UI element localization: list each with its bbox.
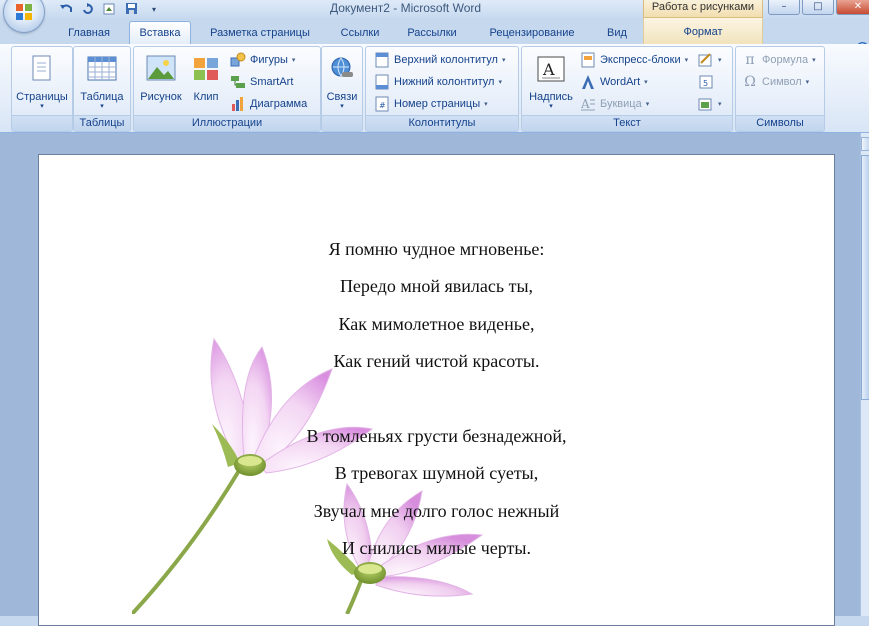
tab-mailings[interactable]: Рассылки: [396, 22, 468, 44]
group-label-pages: [12, 115, 72, 131]
group-label-links: [322, 115, 362, 131]
group-symbols: π Формула ▾ Ω Символ ▾ Символы: [735, 46, 825, 132]
textbox-icon: A: [535, 53, 567, 85]
redo-icon[interactable]: [80, 2, 96, 16]
poem-line: [39, 381, 834, 418]
tab-references[interactable]: Ссылки: [332, 22, 388, 44]
group-text: A Надпись ▾ Экспресс-блоки ▾ WordArt ▾ A Б…: [521, 46, 733, 132]
picture-button[interactable]: Рисунок: [136, 49, 186, 113]
poem-line: В томленьях грусти безнадежной,: [306, 425, 567, 446]
tab-insert[interactable]: Вставка: [129, 21, 191, 44]
save-icon[interactable]: [124, 2, 140, 16]
equation-button[interactable]: π Формула ▾: [742, 50, 815, 70]
quickparts-icon: [580, 52, 596, 68]
links-button[interactable]: Связи ▾: [322, 49, 362, 113]
customize-icon[interactable]: [102, 2, 118, 16]
group-label-header-footer: Колонтитулы: [366, 115, 518, 131]
group-label-text: Текст: [522, 115, 732, 131]
symbol-icon: Ω: [744, 74, 756, 90]
header-button[interactable]: Верхний колонтитул ▾: [374, 50, 505, 70]
ribbon-tabs: Главная Вставка Разметка страницы Ссылки…: [0, 18, 869, 55]
window-title: Документ2 - Microsoft Word: [330, 1, 482, 15]
group-pages: Страницы ▾: [11, 46, 73, 132]
group-label-illustrations: Иллюстрации: [134, 115, 320, 131]
symbol-button[interactable]: Ω Символ ▾: [742, 72, 809, 92]
svg-text:A: A: [542, 60, 555, 79]
quickparts-button[interactable]: Экспресс-блоки ▾: [580, 50, 688, 70]
poem-line: Как гений чистой красоты.: [333, 351, 540, 372]
tab-page-layout[interactable]: Разметка страницы: [196, 22, 324, 44]
object-icon: [698, 96, 714, 112]
svg-text:A: A: [580, 97, 590, 111]
svg-text:#: #: [379, 101, 386, 110]
header-icon: [374, 52, 390, 68]
tab-home[interactable]: Главная: [57, 22, 121, 44]
wordart-icon: [580, 74, 596, 90]
page-number-button[interactable]: # Номер страницы ▾: [374, 94, 488, 114]
pages-icon: [26, 53, 58, 85]
shapes-icon: [230, 52, 246, 68]
office-logo-icon: [16, 4, 32, 20]
tab-review[interactable]: Рецензирование: [476, 22, 588, 44]
ribbon: Страницы ▾ Таблица ▾ Таблицы Рисунок Кли…: [0, 44, 869, 133]
tab-view[interactable]: Вид: [596, 22, 638, 44]
scroll-thumb[interactable]: [861, 155, 869, 400]
tab-format[interactable]: Формат: [643, 18, 763, 44]
quick-access-toolbar: ▾: [52, 0, 162, 18]
group-label-symbols: Символы: [736, 115, 824, 131]
group-links: Связи ▾: [321, 46, 363, 132]
smartart-button[interactable]: SmartArt: [230, 72, 293, 92]
window-controls: – □ ✕: [768, 0, 869, 15]
table-button[interactable]: Таблица ▾: [74, 49, 130, 113]
poem-line: Звучал мне долго голос нежный: [313, 500, 560, 521]
shapes-button[interactable]: Фигуры ▾: [230, 50, 295, 70]
object-button[interactable]: ▾: [698, 94, 722, 114]
poem-text[interactable]: Я помню чудное мгновенье: Передо мной яв…: [39, 231, 834, 568]
chart-icon: [230, 96, 246, 112]
dropcap-button[interactable]: A Буквица ▾: [580, 94, 649, 114]
scroll-up-button[interactable]: [861, 137, 869, 151]
vertical-scrollbar[interactable]: [860, 133, 869, 616]
group-illustrations: Рисунок Клип Фигуры ▾ SmartArt Диаграмма …: [133, 46, 321, 132]
textbox-button[interactable]: A Надпись ▾: [524, 49, 578, 113]
footer-icon: [374, 74, 390, 90]
undo-icon[interactable]: [58, 2, 74, 16]
page-number-icon: #: [374, 96, 390, 112]
qat-dropdown-icon[interactable]: ▾: [146, 2, 162, 16]
minimize-button[interactable]: –: [768, 0, 800, 15]
poem-line: В тревогах шумной суеты,: [334, 463, 539, 484]
svg-text:5: 5: [703, 79, 708, 88]
poem-line: Передо мной явилась ты,: [339, 276, 534, 297]
wordart-button[interactable]: WordArt ▾: [580, 72, 648, 92]
poem-line: Я помню чудное мгновенье:: [328, 239, 545, 259]
links-icon: [326, 53, 358, 85]
close-button[interactable]: ✕: [836, 0, 869, 15]
group-tables: Таблица ▾ Таблицы: [73, 46, 131, 132]
context-tab-group-label: Работа с рисунками: [643, 0, 763, 18]
group-label-tables: Таблицы: [74, 115, 130, 131]
clipart-button[interactable]: Клип: [186, 49, 226, 113]
pages-button[interactable]: Страницы ▾: [12, 49, 72, 113]
date-time-icon: 5: [698, 74, 714, 90]
signature-line-button[interactable]: ▾: [698, 50, 722, 70]
footer-button[interactable]: Нижний колонтитул ▾: [374, 72, 502, 92]
dropcap-icon: A: [580, 96, 596, 112]
document-area: Я помню чудное мгновенье: Передо мной яв…: [0, 133, 860, 626]
table-icon: [86, 53, 118, 85]
document-page[interactable]: Я помню чудное мгновенье: Передо мной яв…: [38, 154, 835, 626]
smartart-icon: [230, 74, 246, 90]
maximize-button[interactable]: □: [802, 0, 834, 15]
equation-icon: π: [745, 52, 755, 68]
poem-line: И снились милые черты.: [342, 538, 531, 559]
group-header-footer: Верхний колонтитул ▾ Нижний колонтитул ▾ #…: [365, 46, 519, 132]
chart-button[interactable]: Диаграмма: [230, 94, 307, 114]
clipart-icon: [190, 53, 222, 85]
picture-icon: [145, 53, 177, 85]
signature-line-icon: [698, 52, 714, 68]
date-time-button[interactable]: 5: [698, 72, 714, 92]
title-bar: ▾ Документ2 - Microsoft Word Работа с ри…: [0, 0, 869, 32]
poem-line: Как мимолетное виденье,: [338, 313, 535, 334]
